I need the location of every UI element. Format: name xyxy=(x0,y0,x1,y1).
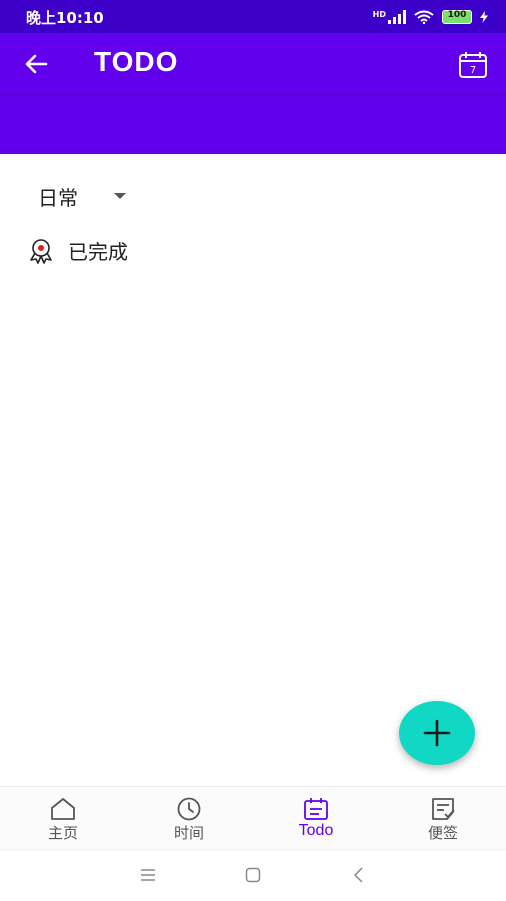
medal-icon xyxy=(30,238,52,264)
home-square-icon[interactable] xyxy=(245,867,261,883)
bottom-navigation: 主页 时间 Todo 便签 xyxy=(0,786,506,850)
category-dropdown[interactable]: 日常 xyxy=(38,181,126,211)
completed-label: 已完成 xyxy=(68,240,128,264)
calendar-day: 7 xyxy=(470,65,476,76)
add-todo-button[interactable] xyxy=(399,701,475,765)
app-bar: TODO 7 xyxy=(0,33,506,154)
network-type-label: HD xyxy=(372,9,386,19)
calendar-icon[interactable]: 7 xyxy=(458,50,488,80)
back-arrow-icon[interactable] xyxy=(22,50,50,78)
app-bar-divider xyxy=(0,94,506,95)
todo-icon xyxy=(304,798,328,820)
status-time: 晚上10:10 xyxy=(26,9,104,27)
menu-icon[interactable] xyxy=(140,868,156,882)
system-navigation-bar xyxy=(0,849,506,901)
nav-item-time[interactable]: 时间 xyxy=(126,787,252,850)
back-icon[interactable] xyxy=(352,867,366,883)
note-icon xyxy=(432,798,455,820)
wifi-icon xyxy=(414,10,434,24)
nav-label-home: 主页 xyxy=(47,824,78,842)
page-title: TODO xyxy=(94,46,179,77)
plus-icon xyxy=(423,719,451,747)
charging-icon xyxy=(480,11,488,23)
status-bar: 晚上10:10 HD 100 xyxy=(0,0,506,33)
nav-label-todo: Todo xyxy=(298,822,334,839)
battery-level: 100 xyxy=(447,10,467,20)
nav-item-notes[interactable]: 便签 xyxy=(380,787,506,850)
completed-section[interactable]: 已完成 xyxy=(28,236,128,265)
status-icons: HD 100 xyxy=(373,9,488,25)
clock-icon xyxy=(177,797,201,821)
nav-label-time: 时间 xyxy=(173,824,204,842)
dropdown-arrow-icon xyxy=(114,193,126,199)
nav-item-todo[interactable]: Todo xyxy=(253,787,379,850)
signal-icon xyxy=(388,10,406,24)
battery-icon: 100 xyxy=(442,10,472,24)
nav-label-notes: 便签 xyxy=(427,824,458,842)
category-dropdown-value: 日常 xyxy=(38,185,78,210)
home-icon xyxy=(51,798,75,820)
nav-item-home[interactable]: 主页 xyxy=(0,787,126,850)
